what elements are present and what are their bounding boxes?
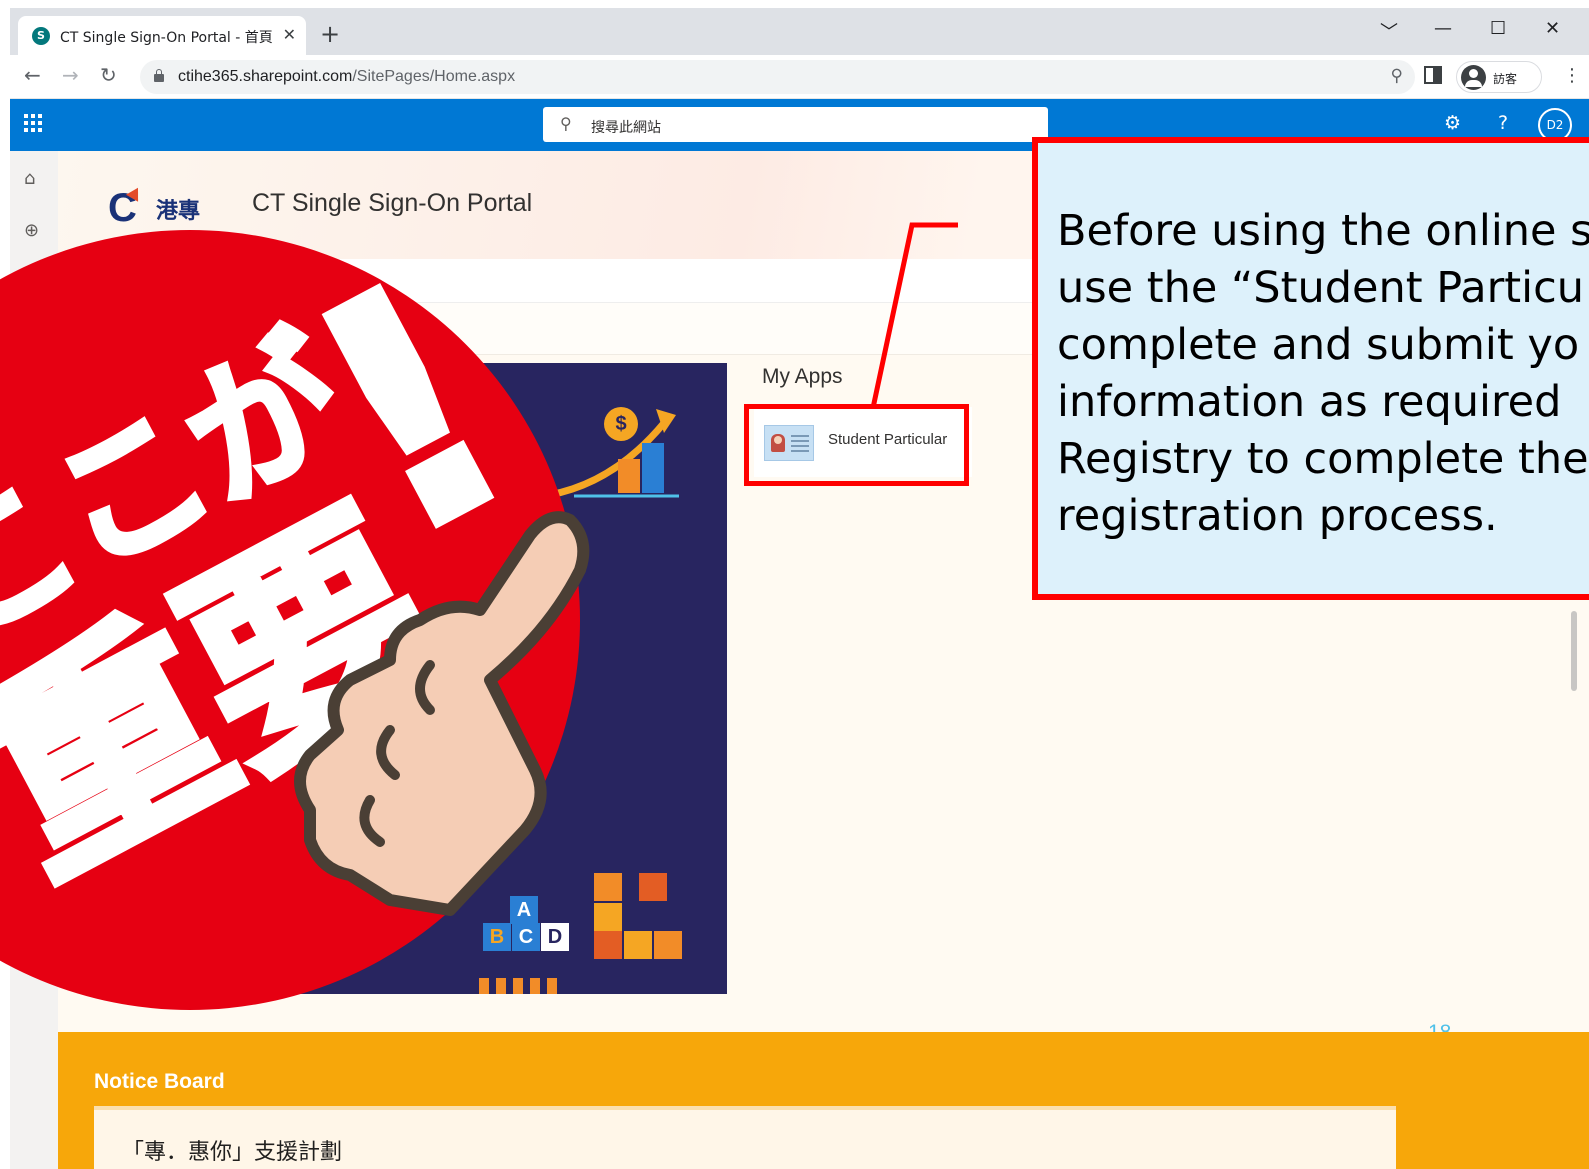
browser-toolbar: ← → ↻ ctihe365.sharepoint.com/SitePages/… (10, 55, 1589, 99)
callout-line: complete and submit yo (1057, 320, 1580, 370)
callout-line: Registry to complete the (1057, 434, 1589, 484)
back-arrow-icon[interactable]: ← (24, 63, 41, 87)
callout-line: information as required (1057, 377, 1562, 427)
minimize-icon[interactable]: — (1434, 18, 1452, 39)
app-highlight-box (744, 404, 969, 486)
site-search-placeholder: 搜尋此網站 (591, 120, 661, 136)
zoom-icon[interactable]: ⚲ (1391, 66, 1403, 86)
scrollbar-thumb[interactable] (1571, 611, 1577, 691)
new-tab-icon[interactable]: + (320, 20, 340, 48)
profile-label: 訪客 (1493, 72, 1518, 86)
sharepoint-favicon-icon: S (32, 27, 50, 45)
tab-close-icon[interactable]: ✕ (283, 25, 296, 45)
search-icon: ⚲ (560, 114, 572, 133)
callout-line: use the “Student Particu (1057, 263, 1584, 313)
maximize-icon[interactable]: ☐ (1490, 18, 1506, 39)
notice-card: 「專．惠你」支援計劃 (94, 1106, 1396, 1169)
profile-avatar-icon (1461, 65, 1486, 90)
callout-text: Before using the online s use the “Stude… (1057, 203, 1589, 545)
instruction-callout: Before using the online s use the “Stude… (1032, 137, 1589, 600)
notice-board-title: Notice Board (94, 1070, 225, 1093)
home-icon[interactable]: ⌂ (24, 168, 35, 189)
callout-line: registration process. (1057, 491, 1498, 541)
forward-arrow-icon[interactable]: → (62, 63, 79, 87)
reload-icon[interactable]: ↻ (100, 63, 117, 87)
important-sticker: ここが 重要 ! (0, 210, 590, 1010)
help-icon[interactable]: ? (1498, 112, 1508, 134)
browser-tab-strip: S CT Single Sign-On Portal - 首頁 ✕ + ﹀ — … (10, 8, 1589, 55)
tab-search-icon[interactable]: ﹀ (1380, 18, 1398, 44)
app-launcher-icon[interactable] (24, 114, 42, 132)
lock-icon[interactable] (154, 69, 164, 82)
callout-line: Before using the online s (1057, 206, 1589, 256)
notice-item-link[interactable]: 「專．惠你」支援計劃 (122, 1134, 342, 1166)
screenshot-stage: S CT Single Sign-On Portal - 首頁 ✕ + ﹀ — … (0, 0, 1589, 1169)
url-text: ctihe365.sharepoint.com/SitePages/Home.a… (178, 68, 516, 85)
browser-tab[interactable]: S CT Single Sign-On Portal - 首頁 ✕ (18, 16, 306, 55)
my-apps-title: My Apps (762, 365, 843, 388)
profile-button[interactable]: 訪客 (1456, 61, 1542, 93)
side-panel-icon[interactable] (1424, 66, 1442, 84)
tab-title: CT Single Sign-On Portal - 首頁 (60, 30, 273, 46)
settings-gear-icon[interactable]: ⚙ (1444, 112, 1461, 134)
window-close-icon[interactable]: ✕ (1545, 18, 1560, 39)
address-bar[interactable]: ctihe365.sharepoint.com/SitePages/Home.a… (140, 60, 1415, 94)
browser-menu-icon[interactable]: ⋮ (1563, 65, 1581, 86)
notice-board-section: Notice Board 「專．惠你」支援計劃 (58, 1032, 1589, 1169)
site-search-box[interactable]: ⚲ 搜尋此網站 (543, 107, 1048, 142)
